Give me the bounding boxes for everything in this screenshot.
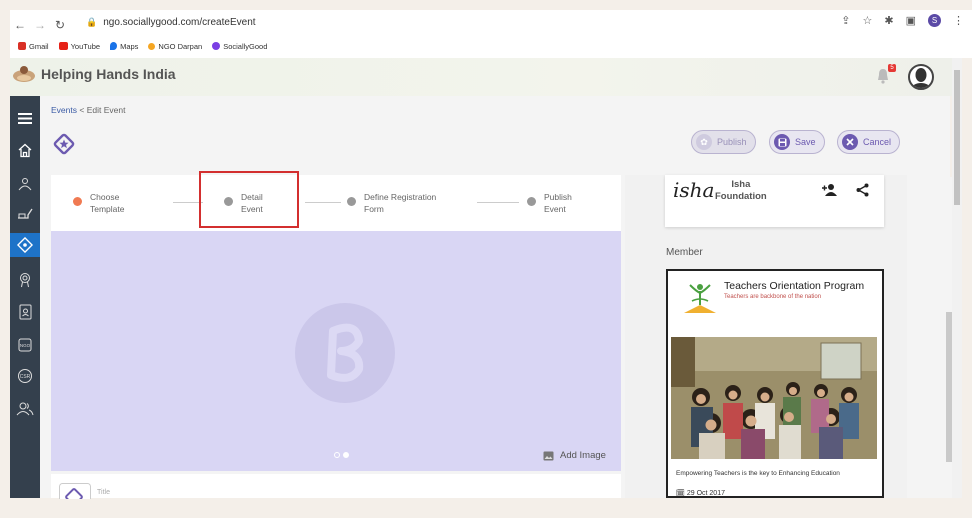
step-publish-event[interactable]: Publish Event (527, 191, 572, 215)
title-icon (59, 483, 91, 499)
lock-icon: 🔒 (86, 16, 98, 27)
step-define-registration-form[interactable]: Define Registration Form (347, 191, 436, 215)
share-icon[interactable] (856, 183, 869, 197)
svg-text:NGO: NGO (20, 343, 31, 348)
member-card-title: Teachers Orientation Program (724, 280, 865, 292)
event-image-area[interactable]: Add Image (51, 231, 621, 471)
event-type-icon (53, 133, 75, 155)
cancel-icon (842, 134, 858, 150)
member-card-date: 🗓 29 Oct 2017 (676, 490, 725, 497)
title-field[interactable]: Title (51, 474, 621, 499)
reload-icon[interactable]: ↻ (50, 18, 70, 32)
event-stepper: Choose Template Detail Event Define Regist… (51, 171, 621, 231)
step-connector (477, 202, 519, 203)
organization-card: isha Isha Foundation (665, 175, 884, 227)
calendar-icon: 🗓 (676, 490, 685, 497)
bookmark-maps[interactable]: Maps (110, 42, 138, 51)
member-card-subtitle: Teachers are backbone of the nation (724, 294, 822, 300)
volunteer-icon[interactable] (10, 172, 40, 196)
ngo-darpan-icon (148, 42, 156, 50)
bookmark-sociallygood[interactable]: SociallyGood (212, 42, 267, 51)
user-avatar[interactable] (908, 64, 934, 90)
publish-button[interactable]: ✿ Publish (691, 130, 756, 154)
member-label: Member (666, 247, 703, 258)
profile-avatar[interactable]: S (928, 14, 941, 27)
breadcrumb-current: Edit Event (86, 105, 126, 115)
back-icon[interactable]: ← (10, 18, 30, 32)
title-placeholder: Title (97, 489, 110, 496)
page-scrollbar[interactable] (952, 58, 962, 498)
app-header: Helping Hands India 5 (10, 58, 962, 96)
event-photo (671, 337, 877, 459)
user-icon (912, 68, 930, 88)
contacts-icon[interactable] (10, 300, 40, 324)
cancel-button[interactable]: Cancel (837, 130, 901, 154)
svg-text:CSR: CSR (20, 374, 31, 380)
save-icon (774, 134, 790, 150)
carousel-dots (334, 452, 349, 458)
csr-icon[interactable]: CSR (10, 364, 40, 388)
sidebar: NGO CSR (10, 96, 40, 498)
sidepanel-icon[interactable]: ▣ (906, 14, 916, 27)
menu-icon[interactable]: ⋮ (953, 14, 964, 27)
step-connector (305, 202, 341, 203)
ngo-icon[interactable]: NGO (10, 333, 40, 357)
carousel-dot[interactable] (334, 452, 340, 458)
share-icon[interactable]: ⇪ (841, 14, 850, 27)
url-text: ngo.sociallygood.com/createEvent (103, 16, 256, 28)
gmail-icon (18, 42, 26, 50)
step-status-dot (527, 197, 536, 206)
address-bar[interactable]: 🔒 ngo.sociallygood.com/createEvent (78, 12, 913, 32)
members-icon[interactable] (10, 396, 40, 420)
hamburger-menu-icon[interactable] (10, 106, 40, 130)
step-choose-template[interactable]: Choose Template (73, 191, 125, 215)
breadcrumb: Events < Edit Event (51, 105, 125, 115)
notification-badge: 5 (888, 64, 896, 72)
program-logo-icon (684, 284, 716, 313)
breadcrumb-events-link[interactable]: Events (51, 105, 77, 115)
save-button[interactable]: Save (769, 130, 825, 154)
brand-logo-icon (13, 66, 35, 82)
organization-panel: isha Isha Foundation Member Teachers Ori… (625, 175, 907, 498)
events-icon[interactable] (10, 233, 40, 257)
publish-icon: ✿ (696, 134, 712, 150)
member-card-caption: Empowering Teachers is the key to Enhanc… (676, 470, 840, 477)
page-scrollbar-thumb[interactable] (954, 70, 960, 205)
brand-name: Helping Hands India (41, 66, 176, 82)
highlight-box (199, 171, 299, 228)
home-icon[interactable] (10, 138, 40, 162)
org-signature-logo: isha (673, 178, 715, 202)
placeholder-logo-icon (295, 303, 395, 403)
forward-icon[interactable]: → (30, 18, 50, 32)
bookmark-gmail[interactable]: Gmail (18, 42, 49, 51)
step-status-dot (347, 197, 356, 206)
star-icon[interactable]: ☆ (863, 14, 873, 27)
youtube-icon (58, 42, 68, 50)
member-event-card[interactable]: Teachers Orientation Program Teachers ar… (666, 269, 884, 498)
bookmark-ngo-darpan[interactable]: NGO Darpan (148, 42, 202, 51)
step-status-dot (73, 197, 82, 206)
main-content: Events < Edit Event ✿ Publish Save Cance… (40, 96, 954, 499)
extensions-icon[interactable]: ✱ (884, 14, 893, 27)
image-icon (543, 451, 554, 460)
org-name: Isha Foundation (715, 179, 767, 202)
award-icon[interactable] (10, 268, 40, 292)
add-member-icon[interactable] (822, 183, 838, 196)
browser-chrome: ← → ↻ 🔒 ngo.sociallygood.com/createEvent… (10, 10, 972, 58)
add-image-button[interactable]: Add Image (543, 450, 606, 461)
breadcrumb-separator: < (79, 105, 85, 115)
carousel-dot-active[interactable] (343, 452, 349, 458)
bookmark-youtube[interactable]: YouTube (58, 42, 100, 51)
browser-actions: ⇪ ☆ ✱ ▣ S ⋮ (841, 14, 964, 27)
maps-icon (110, 42, 118, 50)
bookmarks-bar: Gmail YouTube Maps NGO Darpan SociallyGo… (18, 38, 267, 54)
sociallygood-icon (212, 42, 221, 50)
campaign-icon[interactable] (10, 202, 40, 226)
